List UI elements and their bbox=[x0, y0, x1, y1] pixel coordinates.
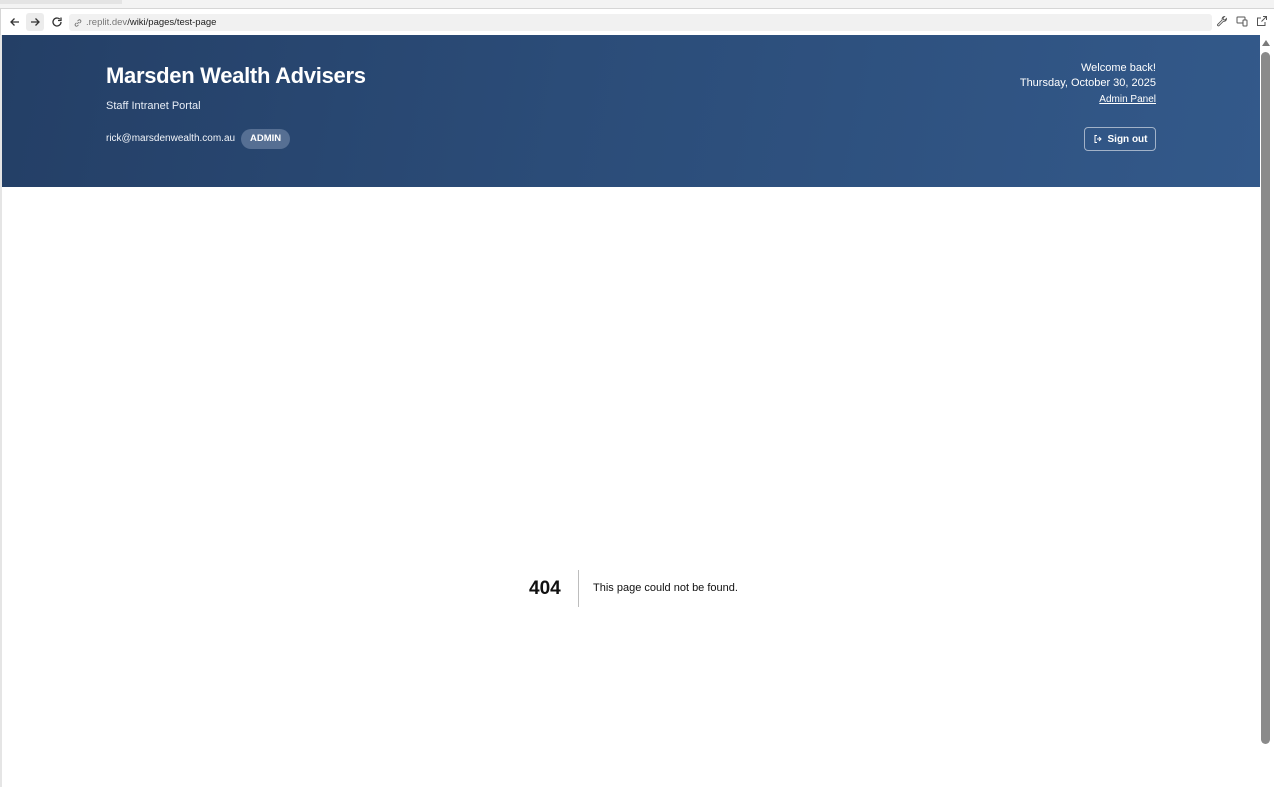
back-button[interactable] bbox=[6, 13, 24, 31]
sign-out-button[interactable]: Sign out bbox=[1084, 127, 1156, 151]
site-subtitle: Staff Intranet Portal bbox=[106, 100, 201, 112]
link-icon bbox=[73, 18, 83, 28]
address-bar[interactable]: .replit.dev/wiki/pages/test-page bbox=[69, 14, 1212, 31]
admin-panel-link[interactable]: Admin Panel bbox=[1099, 94, 1156, 105]
url-path: /wiki/pages/test-page bbox=[127, 17, 217, 28]
error-code: 404 bbox=[529, 578, 561, 599]
welcome-text: Welcome back! bbox=[1081, 62, 1156, 74]
url-domain: .replit.dev bbox=[86, 17, 128, 28]
sign-out-icon bbox=[1094, 135, 1102, 143]
role-badge: ADMIN bbox=[241, 129, 291, 149]
browser-tools bbox=[1216, 15, 1268, 27]
active-tab-hint bbox=[0, 0, 122, 4]
back-arrow-icon bbox=[10, 18, 19, 26]
vertical-scrollbar[interactable] bbox=[1260, 35, 1271, 787]
url-text: .replit.dev/wiki/pages/test-page bbox=[86, 17, 216, 28]
external-link-icon[interactable] bbox=[1256, 15, 1268, 27]
user-email: rick@marsdenwealth.com.au bbox=[106, 133, 236, 144]
forward-button[interactable] bbox=[26, 13, 44, 31]
scroll-thumb[interactable] bbox=[1261, 52, 1270, 744]
devices-icon[interactable] bbox=[1236, 15, 1248, 27]
not-found-message: 404 This page could not be found. bbox=[2, 570, 1260, 608]
sign-out-label: Sign out bbox=[1107, 133, 1148, 145]
scroll-up-arrow-icon[interactable] bbox=[1262, 40, 1270, 46]
divider bbox=[578, 570, 579, 607]
site-header: Marsden Wealth Advisers Staff Intranet P… bbox=[2, 35, 1260, 187]
forward-arrow-icon bbox=[31, 18, 40, 26]
tab-strip bbox=[0, 0, 1274, 8]
page-viewport: Marsden Wealth Advisers Staff Intranet P… bbox=[2, 35, 1260, 787]
reload-icon bbox=[52, 17, 62, 27]
wrench-icon[interactable] bbox=[1216, 15, 1228, 27]
current-date: Thursday, October 30, 2025 bbox=[1019, 77, 1156, 89]
reload-button[interactable] bbox=[48, 13, 66, 31]
error-message: This page could not be found. bbox=[593, 582, 738, 594]
browser-toolbar: .replit.dev/wiki/pages/test-page bbox=[0, 8, 1274, 35]
site-title: Marsden Wealth Advisers bbox=[106, 63, 366, 88]
